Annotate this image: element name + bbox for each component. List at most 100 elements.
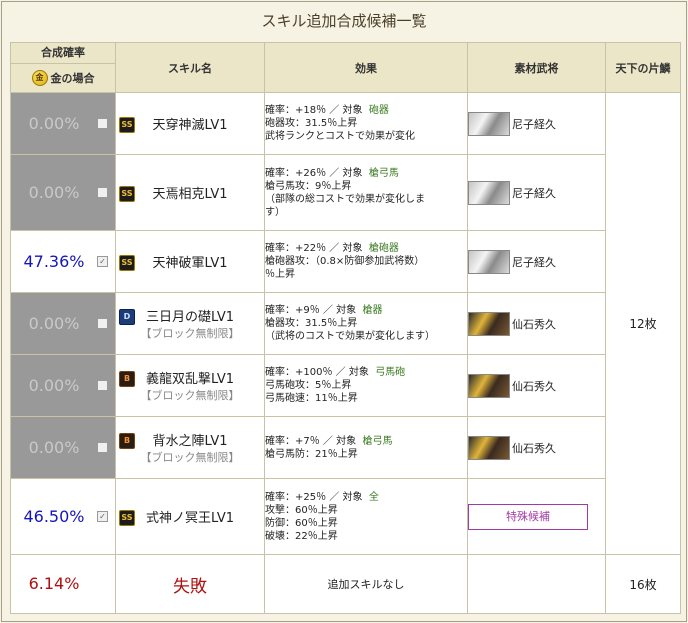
- effect-cell: 確率：+100％ ／ 対象 弓馬砲 弓馬砲攻：5％上昇 弓馬砲速：11％上昇: [264, 354, 468, 417]
- effect-cell: 確率：+18％ ／ 対象 砲器 砲器攻：31.5％上昇 武将ランクとコストで効果…: [264, 92, 468, 155]
- material-name: 仙石秀久: [512, 317, 556, 331]
- effect-detail: （部隊の総コストで効果が変化しま: [265, 193, 425, 205]
- select-checkbox[interactable]: ✓: [97, 256, 108, 267]
- effect-rate: 確率：+9％ ／ 対象: [265, 305, 357, 316]
- effect-unit: 弓馬砲: [375, 367, 406, 378]
- rate-header-label: 合成確率: [11, 43, 115, 64]
- rate-value: 0.00%: [28, 183, 80, 202]
- rate-header: 合成確率 金 金の場合: [10, 42, 116, 93]
- rank-ss-icon: SS: [119, 510, 135, 526]
- special-candidate-button[interactable]: 特殊候補: [468, 503, 588, 530]
- select-checkbox[interactable]: [97, 318, 108, 329]
- effect-detail: 砲器攻：31.5％上昇: [265, 118, 358, 129]
- general-portrait[interactable]: [468, 435, 510, 460]
- fail-rate-value: 6.14%: [28, 574, 80, 593]
- effect-detail: 槍弓馬防：21％上昇: [265, 448, 358, 460]
- material-name: 仙石秀久: [512, 441, 556, 455]
- general-portrait[interactable]: [468, 311, 510, 336]
- skill-header: スキル名: [115, 42, 265, 93]
- effect-detail: 防御：60％上昇: [265, 517, 338, 529]
- shards-cell: 12枚: [605, 92, 681, 555]
- effect-detail: （武将のコストで効果が変化します）: [265, 331, 435, 342]
- rate-cell: 46.50% ✓: [10, 478, 116, 555]
- skill-name-cell: SS 天神破軍LV1: [115, 230, 265, 293]
- material-name: 尼子経久: [512, 186, 556, 200]
- effect-detail: 武将ランクとコストで効果が変化: [265, 131, 415, 142]
- rate-value: 47.36%: [23, 252, 85, 271]
- effect-header: 効果: [264, 42, 468, 93]
- fail-row: 6.14% 失敗 追加スキルなし 16枚: [10, 554, 681, 614]
- material-name: 尼子経久: [512, 117, 556, 131]
- page-title: スキル追加合成候補一覧: [261, 12, 427, 30]
- skill-name-cell: SS 式神ノ冥王LV1: [115, 478, 265, 555]
- effect-rate: 確率：+26％ ／ 対象: [265, 167, 363, 179]
- general-portrait[interactable]: [468, 180, 510, 205]
- rate-cell: 0.00%: [10, 154, 116, 231]
- block-note: 【ブロック無制限】: [140, 389, 240, 402]
- effect-rate: 確率：+7％ ／ 対象: [265, 435, 357, 447]
- candidate-row: 0.00% SS 天穿神滅LV1 確率：+18％ ／ 対象 砲器 砲器攻：31.…: [10, 92, 681, 555]
- skill-name-cell: D 三日月の礎LV1 【ブロック無制限】: [115, 292, 265, 355]
- effect-cell: 確率：+25％ ／ 対象 全 攻撃：60％上昇 防御：60％上昇 破壊：22％上…: [264, 478, 468, 555]
- skill-name: 天穿神滅LV1: [152, 118, 228, 133]
- material-cell: 仙石秀久: [467, 354, 606, 417]
- select-checkbox[interactable]: [97, 442, 108, 453]
- general-portrait[interactable]: [468, 373, 510, 398]
- fail-effect: 追加スキルなし: [264, 554, 468, 614]
- skill-name: 式神ノ冥王LV1: [146, 511, 234, 526]
- gold-case-label: 金の場合: [50, 72, 95, 85]
- effect-unit: 全: [368, 491, 379, 503]
- shards-header: 天下の片鱗: [605, 42, 681, 93]
- fail-material-cell: [467, 554, 606, 614]
- material-cell: 仙石秀久: [467, 416, 606, 479]
- effect-rate: 確率：+22％ ／ 対象: [265, 243, 363, 254]
- fail-label-cell: 失敗: [115, 554, 265, 614]
- skill-name: 天神破軍LV1: [152, 256, 228, 271]
- effect-detail: 槍弓馬攻：9％上昇: [265, 180, 352, 192]
- rate-value: 46.50%: [23, 507, 85, 526]
- effect-rate: 確率：+100％ ／ 対象: [265, 367, 369, 378]
- effect-detail: 槍器攻：31.5％上昇: [265, 318, 358, 329]
- rank-ss-icon: SS: [119, 117, 135, 133]
- skill-name-cell: B 背水之陣LV1 【ブロック無制限】: [115, 416, 265, 479]
- material-cell: 特殊候補: [467, 478, 606, 555]
- material-cell: 尼子経久: [467, 154, 606, 231]
- skill-name: 義龍双乱撃LV1: [146, 372, 234, 387]
- skill-synthesis-panel: スキル追加合成候補一覧 合成確率 金 金の場合 スキル名 効果 素材武将 天下の…: [1, 1, 687, 622]
- effect-detail: ％上昇: [265, 269, 295, 280]
- skill-name: 天焉相克LV1: [152, 187, 228, 202]
- fail-label: 失敗: [173, 576, 207, 597]
- skill-name-cell: B 義龍双乱撃LV1 【ブロック無制限】: [115, 354, 265, 417]
- rank-d-icon: D: [119, 309, 135, 325]
- rank-b-icon: B: [119, 433, 135, 449]
- select-checkbox[interactable]: [97, 380, 108, 391]
- material-cell: 尼子経久: [467, 230, 606, 293]
- candidate-row: 0.00% B 背水之陣LV1 【ブロック無制限】 確率：+7％ ／ 対象 槍弓…: [10, 416, 681, 479]
- effect-unit: 槍器: [362, 305, 383, 316]
- candidate-row: 0.00% B 義龍双乱撃LV1 【ブロック無制限】 確率：+100％ ／ 対象…: [10, 354, 681, 417]
- material-name: 尼子経久: [512, 255, 556, 269]
- rank-ss-icon: SS: [119, 255, 135, 271]
- rate-value: 0.00%: [28, 438, 80, 457]
- select-checkbox[interactable]: ✓: [97, 511, 108, 522]
- general-portrait[interactable]: [468, 249, 510, 274]
- effect-rate: 確率：+25％ ／ 対象: [265, 491, 363, 503]
- material-name: 仙石秀久: [512, 379, 556, 393]
- rate-value: 0.00%: [28, 376, 80, 395]
- effect-detail: 攻撃：60％上昇: [265, 504, 338, 516]
- material-cell: 尼子経久: [467, 92, 606, 155]
- general-portrait[interactable]: [468, 111, 510, 136]
- rank-b-icon: B: [119, 371, 135, 387]
- select-checkbox[interactable]: [97, 187, 108, 198]
- effect-unit: 槍弓馬: [362, 435, 393, 447]
- block-note: 【ブロック無制限】: [140, 327, 240, 340]
- header-row: 合成確率 金 金の場合 スキル名 効果 素材武将 天下の片鱗: [10, 42, 681, 93]
- rate-value: 0.00%: [28, 314, 80, 333]
- effect-cell: 確率：+7％ ／ 対象 槍弓馬 槍弓馬防：21％上昇: [264, 416, 468, 479]
- rate-cell: 0.00%: [10, 92, 116, 155]
- rate-cell: 0.00%: [10, 416, 116, 479]
- effect-detail: 破壊：22％上昇: [265, 530, 338, 542]
- effect-detail: 弓馬砲速：11％上昇: [265, 393, 358, 404]
- rate-cell: 0.00%: [10, 292, 116, 355]
- select-checkbox[interactable]: [97, 118, 108, 129]
